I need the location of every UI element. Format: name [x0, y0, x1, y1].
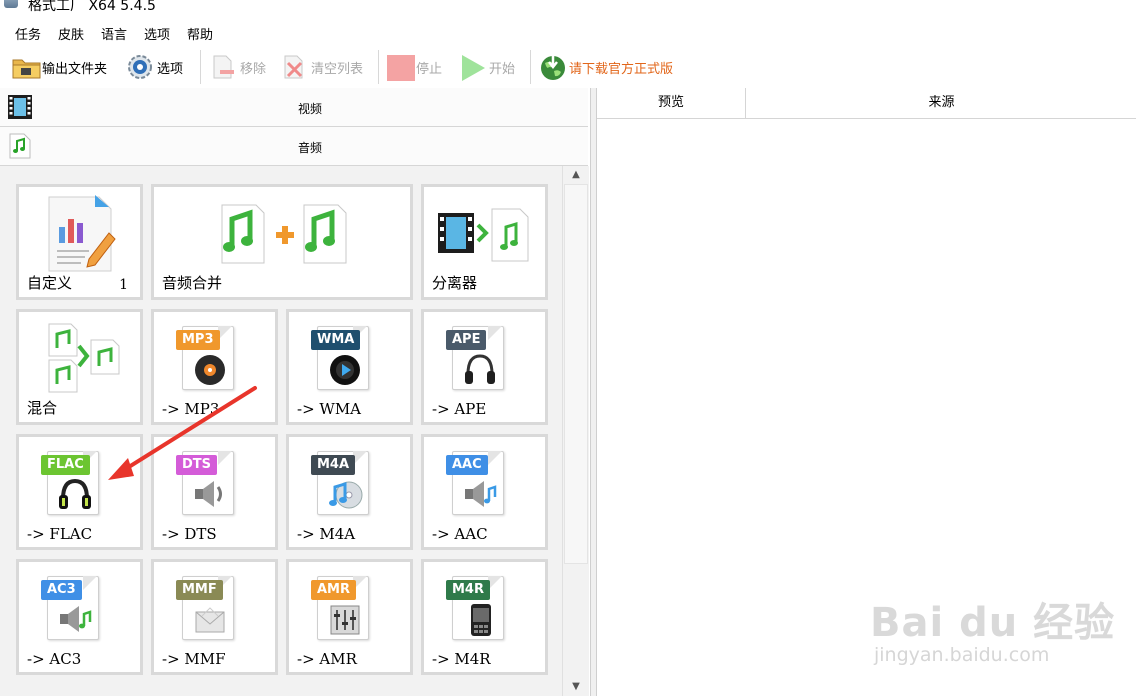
folder-icon: [12, 54, 41, 80]
tile-m4r-label: -> M4R: [432, 650, 491, 668]
stop-icon: [386, 54, 415, 81]
tile-audio-merge-label: 音频合并: [162, 274, 223, 292]
tile-wma-label: -> WMA: [297, 400, 362, 418]
tile-custom-label: 自定义: [27, 274, 73, 292]
output-folder-label: 输出文件夹: [42, 61, 108, 77]
task-list-header: 预览 来源: [597, 88, 1136, 119]
menu-bar: 任务 皮肤 语言 选项 帮助: [0, 18, 1136, 46]
toolbar-separator: [200, 50, 201, 84]
flac-file-icon: FLAC: [41, 445, 99, 515]
aac-file-icon: AAC: [446, 445, 504, 515]
tile-mp3-label: -> MP3: [162, 400, 220, 418]
category-panel: 视频 音频 自定义 1 音频合并 分离器 混合 MP3 -> MP3 WMA -…: [0, 88, 591, 696]
tile-splitter-label: 分离器: [432, 274, 478, 292]
menu-skin[interactable]: 皮肤: [58, 24, 84, 43]
stop-label: 停止: [416, 61, 443, 77]
menu-task[interactable]: 任务: [15, 24, 41, 43]
audio-tool-grid: 自定义 1 音频合并 分离器 混合 MP3 -> MP3 WMA -> WMA …: [0, 166, 562, 696]
category-video-label: 视频: [297, 102, 322, 116]
remove-file-icon: [210, 54, 236, 80]
tile-ac3[interactable]: AC3 -> AC3: [16, 559, 143, 675]
tile-ac3-label: -> AC3: [27, 650, 82, 668]
tile-mix-label: 混合: [27, 399, 58, 417]
vertical-scrollbar[interactable]: ▲ ▼: [562, 166, 589, 696]
tile-splitter[interactable]: 分离器: [421, 184, 548, 300]
tile-custom[interactable]: 自定义 1: [16, 184, 143, 300]
category-audio[interactable]: 音频: [0, 127, 588, 166]
dts-file-icon: DTS: [176, 445, 234, 515]
splitter-icon: [436, 205, 536, 269]
toolbar-separator: [530, 50, 531, 84]
wma-file-icon: WMA: [311, 320, 369, 390]
menu-options[interactable]: 选项: [144, 24, 170, 43]
tile-mp3[interactable]: MP3 -> MP3: [151, 309, 278, 425]
tile-flac[interactable]: FLAC -> FLAC: [16, 434, 143, 550]
menu-help[interactable]: 帮助: [187, 24, 213, 43]
tile-flac-label: -> FLAC: [27, 525, 93, 543]
download-label: 请下载官方正式版: [569, 61, 674, 77]
menu-language[interactable]: 语言: [101, 24, 127, 43]
tile-dts[interactable]: DTS -> DTS: [151, 434, 278, 550]
tile-dts-label: -> DTS: [162, 525, 217, 543]
audio-merge-icon: [218, 195, 350, 275]
tile-aac[interactable]: AAC -> AAC: [421, 434, 548, 550]
tile-custom-count: 1: [119, 277, 128, 293]
task-list-panel: 预览 来源: [596, 88, 1136, 696]
remove-label: 移除: [240, 61, 267, 77]
title-bar: 格式工厂 X64 5.4.5: [0, 0, 1136, 18]
start-label: 开始: [489, 61, 516, 77]
column-preview[interactable]: 预览: [597, 88, 746, 118]
amr-file-icon: AMR: [311, 570, 369, 640]
scroll-down-arrow-icon[interactable]: ▼: [563, 678, 589, 696]
tile-amr-label: -> AMR: [297, 650, 357, 668]
clear-list-icon: [281, 54, 307, 80]
tile-aac-label: -> AAC: [432, 525, 488, 543]
toolbar: 输出文件夹 选项 移除 清空列表 停止 开始 请下载官方正式版: [0, 46, 1136, 88]
globe-icon: [539, 54, 565, 80]
clear-list-button[interactable]: 清空列表: [281, 52, 363, 82]
m4a-file-icon: M4A: [311, 445, 369, 515]
app-icon: [4, 0, 18, 8]
tile-ape-label: -> APE: [432, 400, 487, 418]
tile-m4r[interactable]: M4R -> M4R: [421, 559, 548, 675]
output-folder-button[interactable]: 输出文件夹: [12, 52, 107, 82]
remove-button[interactable]: 移除: [210, 52, 266, 82]
tile-audio-merge[interactable]: 音频合并: [151, 184, 413, 300]
mp3-file-icon: MP3: [176, 320, 234, 390]
tile-ape[interactable]: APE -> APE: [421, 309, 548, 425]
tile-amr[interactable]: AMR -> AMR: [286, 559, 413, 675]
tile-m4a[interactable]: M4A -> M4A: [286, 434, 413, 550]
ac3-file-icon: AC3: [41, 570, 99, 640]
category-audio-label: 音频: [297, 141, 322, 155]
play-icon: [459, 54, 485, 81]
scroll-thumb[interactable]: [564, 184, 588, 564]
category-video[interactable]: 视频: [0, 88, 588, 127]
stop-button[interactable]: 停止: [386, 52, 442, 82]
tile-mix[interactable]: 混合: [16, 309, 143, 425]
scroll-up-arrow-icon[interactable]: ▲: [563, 166, 589, 184]
tile-wma[interactable]: WMA -> WMA: [286, 309, 413, 425]
download-official-button[interactable]: 请下载官方正式版: [539, 52, 673, 82]
clear-list-label: 清空列表: [311, 61, 364, 77]
options-button[interactable]: 选项: [127, 52, 183, 82]
tile-m4a-label: -> M4A: [297, 525, 356, 543]
mix-icon: [43, 320, 123, 400]
tile-mmf-label: -> MMF: [162, 650, 226, 668]
tile-mmf[interactable]: MMF -> MMF: [151, 559, 278, 675]
window-title: 格式工厂 X64 5.4.5: [28, 0, 156, 14]
toolbar-separator: [378, 50, 379, 84]
column-source[interactable]: 来源: [746, 88, 1136, 118]
gear-icon: [127, 54, 153, 80]
start-button[interactable]: 开始: [459, 52, 515, 82]
mmf-file-icon: MMF: [176, 570, 234, 640]
custom-icon: [45, 193, 121, 277]
options-label: 选项: [157, 61, 184, 77]
m4r-file-icon: M4R: [446, 570, 504, 640]
ape-file-icon: APE: [446, 320, 504, 390]
